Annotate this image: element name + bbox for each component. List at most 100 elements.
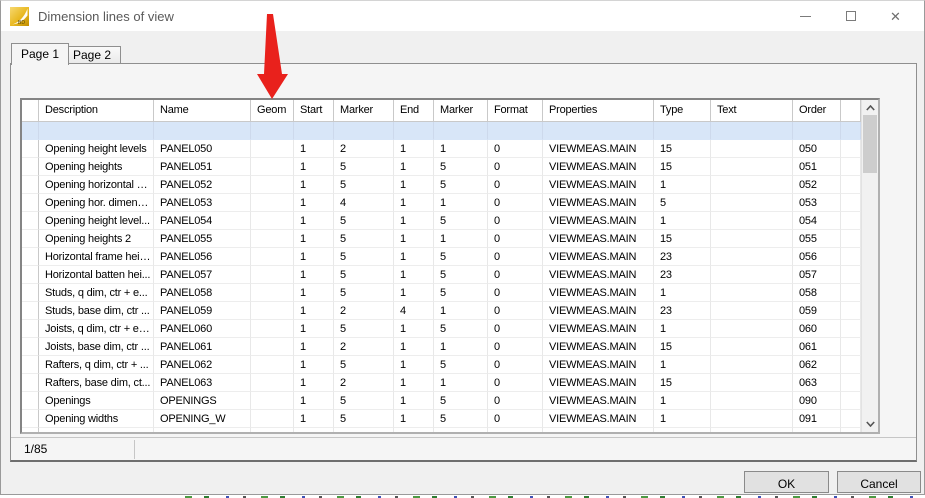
cell-marker2[interactable]: 5 xyxy=(434,410,488,428)
cell-filler[interactable] xyxy=(841,356,861,374)
cell-rowhdr[interactable] xyxy=(22,302,39,320)
cell-rowhdr[interactable] xyxy=(22,230,39,248)
cell-properties[interactable]: VIEWMEAS.MAIN xyxy=(543,320,654,338)
cell-rowhdr[interactable] xyxy=(22,140,39,158)
cell-marker1[interactable]: 5 xyxy=(334,230,394,248)
cell-description[interactable] xyxy=(39,122,154,140)
cell-properties[interactable]: VIEWMEAS.MAIN xyxy=(543,374,654,392)
cell-marker1[interactable]: 5 xyxy=(334,410,394,428)
cell-rowhdr[interactable] xyxy=(22,176,39,194)
cell-type[interactable]: 1 xyxy=(654,284,711,302)
cell-filler[interactable] xyxy=(841,284,861,302)
cell-order[interactable]: 056 xyxy=(793,248,841,266)
minimize-button[interactable] xyxy=(783,1,828,31)
cell-marker2[interactable]: 5 xyxy=(434,356,488,374)
cell-properties[interactable]: VIEWMEAS.MAIN xyxy=(543,284,654,302)
column-header-marker2[interactable]: Marker xyxy=(434,100,488,121)
cell-marker1[interactable]: 5 xyxy=(334,248,394,266)
cell-geom[interactable] xyxy=(251,356,294,374)
cell-format[interactable]: 0 xyxy=(488,338,543,356)
vertical-scrollbar[interactable] xyxy=(861,100,878,432)
cell-end[interactable]: 1 xyxy=(394,194,434,212)
cell-type[interactable]: 5 xyxy=(654,194,711,212)
cell-format[interactable]: 0 xyxy=(488,266,543,284)
cell-text[interactable] xyxy=(711,212,793,230)
cell-marker1[interactable]: 5 xyxy=(334,428,394,432)
table-row[interactable]: Opening widthsOPENING_W15150VIEWMEAS.MAI… xyxy=(22,410,861,428)
cell-properties[interactable]: VIEWMEAS.MAIN xyxy=(543,392,654,410)
cell-properties[interactable]: VIEWMEAS.MAIN xyxy=(543,302,654,320)
cell-filler[interactable] xyxy=(841,410,861,428)
cell-marker2[interactable]: 5 xyxy=(434,284,488,302)
cell-description[interactable]: Studs, base dim, ctr ... xyxy=(39,302,154,320)
cell-end[interactable]: 1 xyxy=(394,338,434,356)
cell-geom[interactable] xyxy=(251,158,294,176)
cell-order[interactable]: 063 xyxy=(793,374,841,392)
cell-description[interactable]: Opening widths xyxy=(39,410,154,428)
cell-filler[interactable] xyxy=(841,374,861,392)
cell-marker2[interactable]: 5 xyxy=(434,392,488,410)
cell-properties[interactable]: VIEWMEAS.MAIN xyxy=(543,266,654,284)
cell-geom[interactable] xyxy=(251,392,294,410)
cell-end[interactable]: 1 xyxy=(394,428,434,432)
cell-type[interactable]: 15 xyxy=(654,338,711,356)
cell-start[interactable]: 1 xyxy=(294,284,334,302)
cell-type[interactable]: 1 xyxy=(654,392,711,410)
cell-type[interactable]: 23 xyxy=(654,302,711,320)
cell-marker2[interactable]: 5 xyxy=(434,158,488,176)
cell-type[interactable] xyxy=(654,122,711,140)
cell-marker1[interactable]: 2 xyxy=(334,374,394,392)
cell-order[interactable]: 059 xyxy=(793,302,841,320)
table-row[interactable]: Joists, base dim, ctr ...PANEL06112110VI… xyxy=(22,338,861,356)
cell-properties[interactable]: VIEWMEAS.MAIN xyxy=(543,230,654,248)
cell-geom[interactable] xyxy=(251,338,294,356)
column-header-name[interactable]: Name xyxy=(154,100,251,121)
title-bar[interactable]: BD Dimension lines of view ✕ xyxy=(1,1,924,31)
cell-name[interactable]: PANEL055 xyxy=(154,230,251,248)
cell-start[interactable]: 1 xyxy=(294,230,334,248)
column-header-marker1[interactable]: Marker xyxy=(334,100,394,121)
cell-marker1[interactable] xyxy=(334,122,394,140)
cell-rowhdr[interactable] xyxy=(22,248,39,266)
cell-filler[interactable] xyxy=(841,302,861,320)
cell-end[interactable]: 1 xyxy=(394,284,434,302)
cell-name[interactable]: PANEL062 xyxy=(154,356,251,374)
cell-rowhdr[interactable] xyxy=(22,266,39,284)
cell-marker2[interactable]: 1 xyxy=(434,194,488,212)
cell-start[interactable]: 1 xyxy=(294,410,334,428)
cell-end[interactable]: 1 xyxy=(394,176,434,194)
cell-text[interactable] xyxy=(711,194,793,212)
cell-text[interactable] xyxy=(711,266,793,284)
cell-filler[interactable] xyxy=(841,392,861,410)
cell-start[interactable]: 1 xyxy=(294,428,334,432)
cell-geom[interactable] xyxy=(251,248,294,266)
cell-type[interactable]: 15 xyxy=(654,230,711,248)
cell-filler[interactable] xyxy=(841,230,861,248)
tab-page-2[interactable]: Page 2 xyxy=(63,46,121,64)
cell-rowhdr[interactable] xyxy=(22,194,39,212)
cell-rowhdr[interactable] xyxy=(22,338,39,356)
cell-properties[interactable]: VIEWMEAS.MAIN xyxy=(543,356,654,374)
column-header-start[interactable]: Start xyxy=(294,100,334,121)
cell-marker1[interactable]: 5 xyxy=(334,356,394,374)
cell-format[interactable]: 0 xyxy=(488,212,543,230)
column-header-description[interactable]: Description xyxy=(39,100,154,121)
column-header-filler[interactable] xyxy=(841,100,861,121)
cell-geom[interactable] xyxy=(251,374,294,392)
cell-description[interactable]: Opening height level... xyxy=(39,212,154,230)
cell-geom[interactable] xyxy=(251,320,294,338)
cell-name[interactable]: PANEL058 xyxy=(154,284,251,302)
cell-name[interactable] xyxy=(154,122,251,140)
cell-name[interactable]: PANEL053 xyxy=(154,194,251,212)
cell-rowhdr[interactable] xyxy=(22,356,39,374)
cell-order[interactable]: 062 xyxy=(793,356,841,374)
cell-type[interactable]: 1 xyxy=(654,410,711,428)
cell-description[interactable]: Opening heights xyxy=(39,428,154,432)
cell-start[interactable]: 1 xyxy=(294,374,334,392)
cell-order[interactable]: 053 xyxy=(793,194,841,212)
cell-text[interactable] xyxy=(711,176,793,194)
cell-format[interactable]: 0 xyxy=(488,410,543,428)
cell-properties[interactable]: VIEWMEAS.MAIN xyxy=(543,212,654,230)
cell-rowhdr[interactable] xyxy=(22,284,39,302)
cell-marker2[interactable]: 1 xyxy=(434,230,488,248)
